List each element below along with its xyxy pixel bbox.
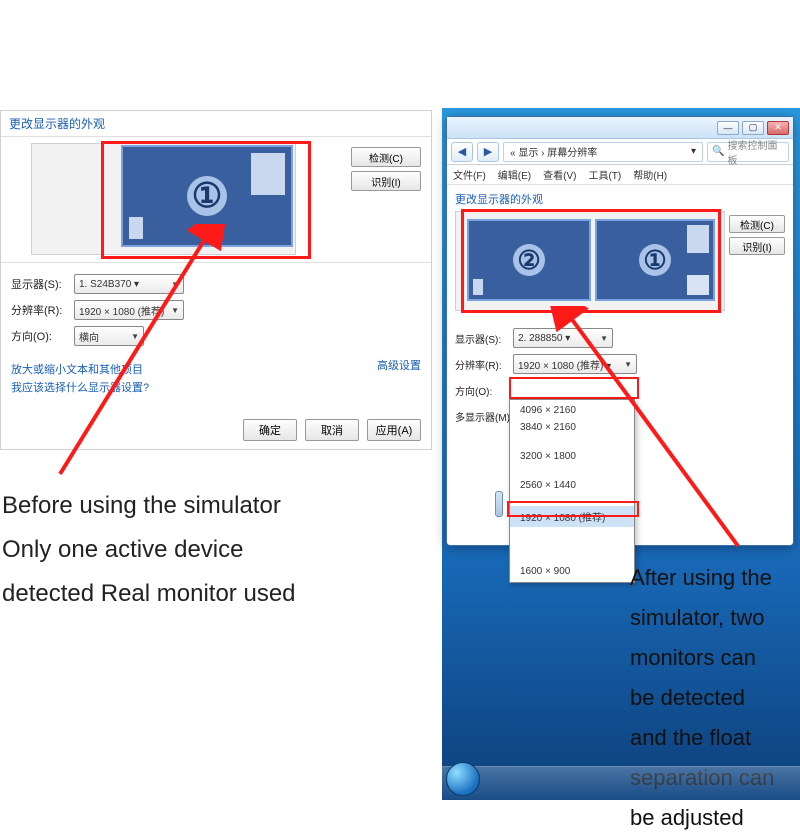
slider-thumb[interactable] bbox=[495, 491, 503, 517]
minimize-button[interactable]: — bbox=[717, 121, 739, 135]
windows-desktop: — ▢ ✕ ◀ ▶ « 显示 › 屏幕分辨率▾ 🔍搜索控制面板 文件(F) 编辑… bbox=[442, 108, 800, 800]
orientation-label: 方向(O): bbox=[455, 383, 505, 398]
maximize-button[interactable]: ▢ bbox=[742, 121, 764, 135]
chevron-down-icon: ▼ bbox=[624, 360, 632, 369]
orientation-label: 方向(O): bbox=[11, 328, 66, 344]
screen-resolution-window: — ▢ ✕ ◀ ▶ « 显示 › 屏幕分辨率▾ 🔍搜索控制面板 文件(F) 编辑… bbox=[446, 116, 794, 546]
identify-button[interactable]: 识别(I) bbox=[729, 237, 785, 255]
monitor-arrangement-area: 检测(C) 识别(I) bbox=[1, 137, 431, 263]
breadcrumb[interactable]: « 显示 › 屏幕分辨率▾ bbox=[503, 142, 703, 162]
close-button[interactable]: ✕ bbox=[767, 121, 789, 135]
resolution-select[interactable]: 1920 × 1080 (推荐) ▾▼ bbox=[513, 354, 637, 374]
start-button[interactable] bbox=[446, 762, 480, 796]
resolution-dropdown[interactable]: 4096 × 21603840 × 2160 3200 × 1800 2560 × … bbox=[509, 399, 635, 583]
section-title: 更改显示器的外观 bbox=[455, 191, 785, 207]
window-content: 更改显示器的外观 ② ① 检测(C) 识别(I) 显示器(S): bbox=[447, 185, 793, 433]
resolution-option[interactable]: 2560 × 1440 bbox=[510, 477, 634, 494]
orientation-select[interactable]: 横向▼ bbox=[74, 326, 144, 346]
resolution-option[interactable] bbox=[510, 539, 634, 551]
menu-help[interactable]: 帮助(H) bbox=[633, 167, 667, 182]
display-select[interactable]: 2. 288850 ▾▼ bbox=[513, 328, 613, 348]
help-link-scaling[interactable]: 放大或缩小文本和其他项目 bbox=[11, 361, 421, 379]
display-label: 显示器(S): bbox=[11, 276, 66, 292]
resolution-option[interactable] bbox=[510, 527, 634, 539]
chevron-down-icon: ▼ bbox=[171, 280, 179, 289]
menu-bar: 文件(F) 编辑(E) 查看(V) 工具(T) 帮助(H) bbox=[447, 165, 793, 185]
resolution-option[interactable]: 4096 × 2160 bbox=[510, 402, 634, 419]
chevron-down-icon: ▼ bbox=[600, 334, 608, 343]
resolution-label: 分辨率(R): bbox=[11, 302, 66, 318]
display-label: 显示器(S): bbox=[455, 331, 505, 346]
ok-button[interactable]: 确定 bbox=[243, 419, 297, 441]
explorer-nav: ◀ ▶ « 显示 › 屏幕分辨率▾ 🔍搜索控制面板 bbox=[447, 139, 793, 165]
monitor-arrangement-area: ② ① 检测(C) 识别(I) bbox=[455, 211, 785, 319]
apply-button[interactable]: 应用(A) bbox=[367, 419, 421, 441]
resolution-option[interactable]: 3200 × 1800 bbox=[510, 448, 634, 465]
resolution-option[interactable]: 1600 × 900 bbox=[510, 563, 634, 580]
caption-before: Before using the simulator Only one acti… bbox=[2, 484, 432, 616]
menu-tools[interactable]: 工具(T) bbox=[588, 167, 621, 182]
display-settings-before: 更改显示器的外观 检测(C) 识别(I) 显示器(S): 1. S24B370 … bbox=[0, 110, 432, 450]
resolution-option[interactable] bbox=[510, 436, 634, 448]
menu-edit[interactable]: 编辑(E) bbox=[498, 167, 531, 182]
menu-file[interactable]: 文件(F) bbox=[453, 167, 486, 182]
resolution-option[interactable]: 3840 × 2160 bbox=[510, 419, 634, 436]
identify-button[interactable]: 识别(I) bbox=[351, 171, 421, 191]
resolution-option[interactable] bbox=[510, 551, 634, 563]
detect-button[interactable]: 检测(C) bbox=[729, 215, 785, 233]
search-input[interactable]: 🔍搜索控制面板 bbox=[707, 142, 789, 162]
menu-view[interactable]: 查看(V) bbox=[543, 167, 576, 182]
detect-button[interactable]: 检测(C) bbox=[351, 147, 421, 167]
resolution-label: 分辨率(R): bbox=[455, 357, 505, 372]
resolution-select[interactable]: 1920 × 1080 (推荐)▼ bbox=[74, 300, 184, 320]
annotation-highlight-box bbox=[101, 141, 311, 259]
search-icon: 🔍 bbox=[712, 146, 724, 157]
annotation-highlight-box bbox=[509, 377, 639, 399]
cancel-button[interactable]: 取消 bbox=[305, 419, 359, 441]
help-link-which-settings[interactable]: 我应该选择什么显示器设置? bbox=[11, 379, 421, 397]
advanced-settings-link[interactable]: 高级设置 bbox=[377, 357, 421, 373]
display-select[interactable]: 1. S24B370 ▾▼ bbox=[74, 274, 184, 294]
nav-back-button[interactable]: ◀ bbox=[451, 142, 473, 162]
annotation-highlight-box bbox=[507, 501, 639, 517]
annotation-highlight-box bbox=[461, 209, 721, 313]
chevron-down-icon: ▼ bbox=[131, 332, 139, 341]
chevron-down-icon: ▼ bbox=[171, 306, 179, 315]
display-fields: 显示器(S): 1. S24B370 ▾▼ 分辨率(R): 1920 × 108… bbox=[1, 263, 431, 357]
section-title: 更改显示器的外观 bbox=[1, 111, 431, 137]
resolution-option[interactable] bbox=[510, 465, 634, 477]
taskbar[interactable] bbox=[442, 766, 800, 800]
nav-forward-button[interactable]: ▶ bbox=[477, 142, 499, 162]
